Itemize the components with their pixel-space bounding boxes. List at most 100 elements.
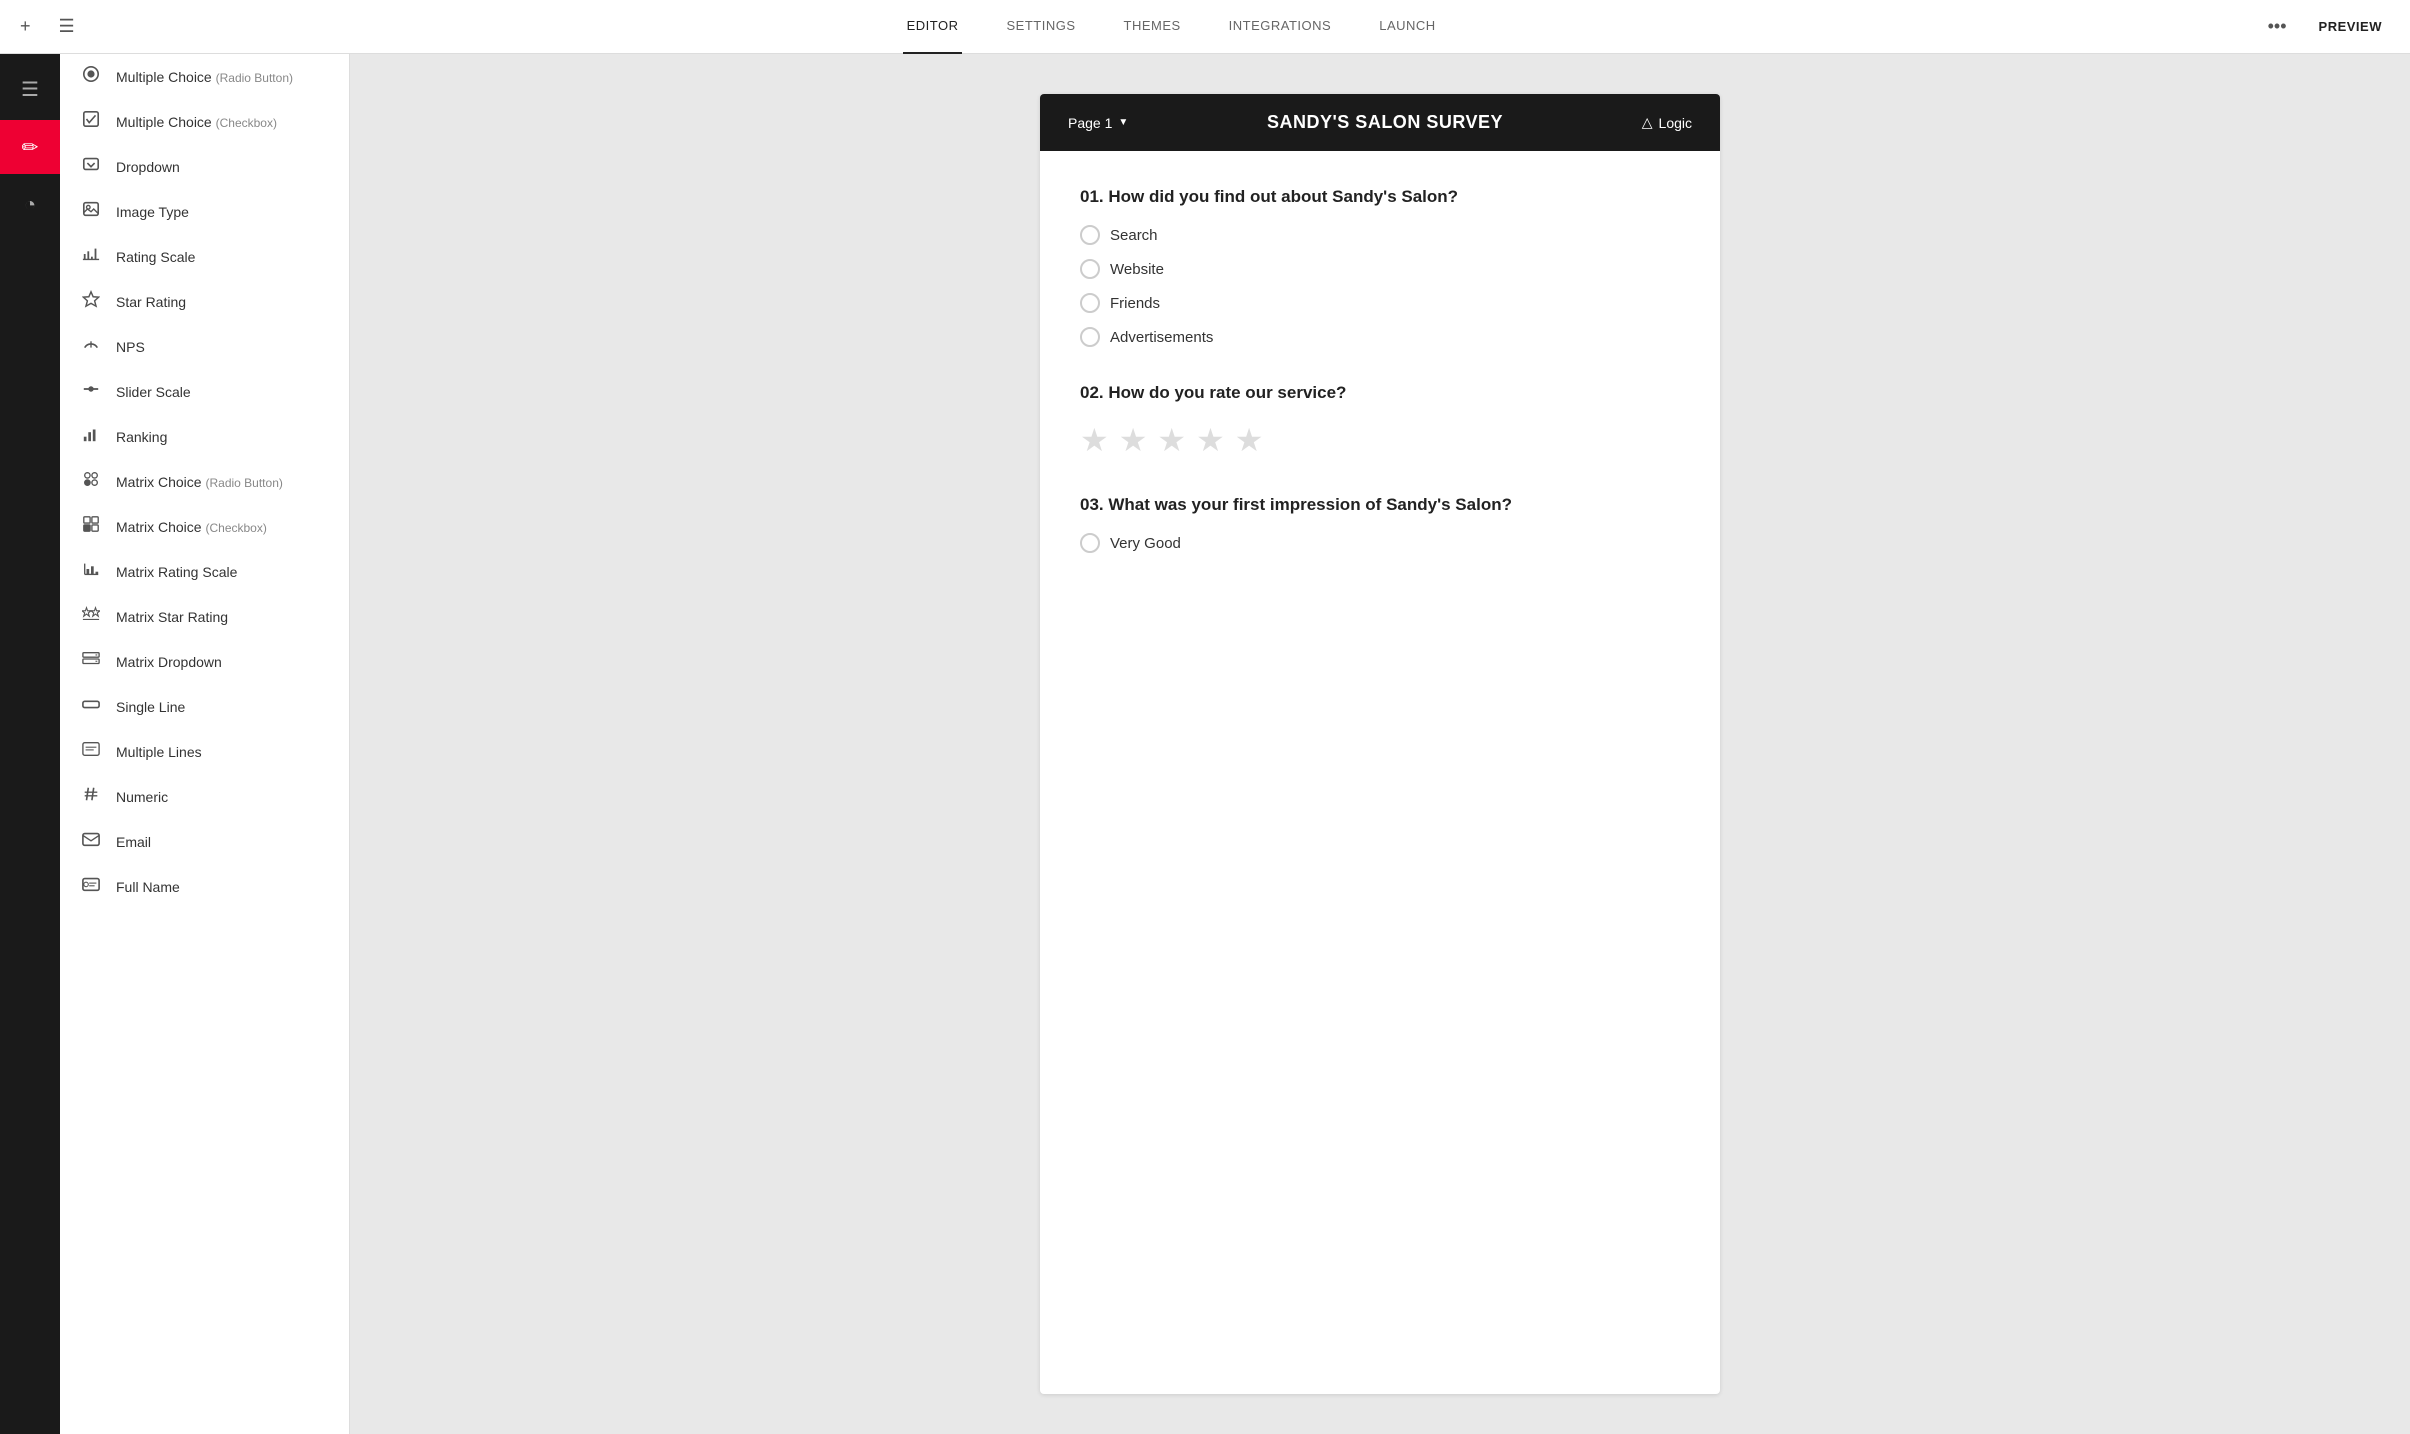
option-row-0-2[interactable]: Friends — [1080, 293, 1680, 313]
sidebar-label: Numeric — [116, 789, 168, 805]
sidebar-item-3[interactable]: Image Type — [60, 189, 349, 234]
sidebar-label: NPS — [116, 339, 145, 355]
survey-title: SANDY'S SALON SURVEY — [1267, 112, 1503, 133]
main-layout: ☰✏◔ Multiple Choice (Radio Button)Multip… — [0, 54, 2410, 1434]
question-text-0: 01. How did you find out about Sandy's S… — [1080, 187, 1680, 207]
nav-tab-launch[interactable]: LAUNCH — [1375, 0, 1439, 54]
sidebar-item-10[interactable]: Matrix Choice (Checkbox) — [60, 504, 349, 549]
option-row-0-3[interactable]: Advertisements — [1080, 327, 1680, 347]
radio-circle — [1080, 293, 1100, 313]
sidebar-item-15[interactable]: Multiple Lines — [60, 729, 349, 774]
sidebar-item-1[interactable]: Multiple Choice (Checkbox) — [60, 99, 349, 144]
sidebar-icon-8 — [80, 425, 102, 448]
star-0[interactable]: ★ — [1080, 421, 1109, 459]
sidebar-item-0[interactable]: Multiple Choice (Radio Button) — [60, 54, 349, 99]
sidebar-icon-2 — [80, 155, 102, 178]
sidebar: Multiple Choice (Radio Button)Multiple C… — [60, 54, 350, 1434]
sidebar-item-9[interactable]: Matrix Choice (Radio Button) — [60, 459, 349, 504]
option-label: Search — [1110, 227, 1158, 244]
sidebar-label: Matrix Dropdown — [116, 654, 222, 670]
sidebar-item-7[interactable]: Slider Scale — [60, 369, 349, 414]
sidebar-item-14[interactable]: Single Line — [60, 684, 349, 729]
sidebar-label: Email — [116, 834, 151, 850]
sidebar-label: Single Line — [116, 699, 185, 715]
add-button[interactable]: + — [16, 12, 35, 41]
option-label: Very Good — [1110, 535, 1181, 552]
sidebar-item-5[interactable]: Star Rating — [60, 279, 349, 324]
sidebar-icon-7 — [80, 380, 102, 403]
sidebar-icon-15 — [80, 740, 102, 763]
sidebar-item-11[interactable]: Matrix Rating Scale — [60, 549, 349, 594]
list-button[interactable]: ☰ — [55, 12, 79, 41]
nav-tab-themes[interactable]: THEMES — [1120, 0, 1185, 54]
star-row-1[interactable]: ★★★★★ — [1080, 421, 1680, 459]
analytics-icon[interactable]: ◔ — [0, 178, 60, 232]
sidebar-icon-17 — [80, 830, 102, 853]
sidebar-icon-4 — [80, 245, 102, 268]
star-1[interactable]: ★ — [1119, 421, 1148, 459]
sidebar-label: Matrix Star Rating — [116, 609, 228, 625]
sidebar-label: Matrix Choice — [116, 519, 202, 535]
preview-button[interactable]: PREVIEW — [2307, 13, 2394, 40]
sidebar-label: Image Type — [116, 204, 189, 220]
editor-icon[interactable]: ☰ — [0, 62, 60, 116]
sidebar-icon-9 — [80, 470, 102, 493]
star-4[interactable]: ★ — [1235, 421, 1264, 459]
option-label: Friends — [1110, 295, 1160, 312]
option-row-0-1[interactable]: Website — [1080, 259, 1680, 279]
nav-tab-editor[interactable]: EDITOR — [903, 0, 963, 54]
sidebar-item-2[interactable]: Dropdown — [60, 144, 349, 189]
sidebar-sublabel: (Radio Button) — [216, 71, 293, 85]
nav-tab-settings[interactable]: SETTINGS — [1002, 0, 1079, 54]
option-row-0-0[interactable]: Search — [1080, 225, 1680, 245]
nav-tab-integrations[interactable]: INTEGRATIONS — [1225, 0, 1336, 54]
nav-left: + ☰ — [16, 12, 79, 41]
question-block-0: 01. How did you find out about Sandy's S… — [1080, 187, 1680, 347]
option-label: Website — [1110, 261, 1164, 278]
sidebar-label: Full Name — [116, 879, 180, 895]
sidebar-icon-16 — [80, 785, 102, 808]
nav-center: EDITOR SETTINGS THEMES INTEGRATIONS LAUNCH — [79, 0, 2264, 54]
icon-bar: ☰✏◔ — [0, 54, 60, 1434]
option-label: Advertisements — [1110, 329, 1213, 346]
more-button[interactable]: ••• — [2264, 12, 2291, 41]
sidebar-item-12[interactable]: Matrix Star Rating — [60, 594, 349, 639]
page-label: Page 1 — [1068, 115, 1112, 131]
sidebar-icon-0 — [80, 65, 102, 88]
sidebar-icon-18 — [80, 875, 102, 898]
radio-circle — [1080, 533, 1100, 553]
sidebar-sublabel: (Checkbox) — [216, 116, 277, 130]
content-area: Page 1 ▼ SANDY'S SALON SURVEY △ Logic 01… — [350, 54, 2410, 1434]
sidebar-label: Matrix Rating Scale — [116, 564, 237, 580]
sidebar-item-13[interactable]: Matrix Dropdown — [60, 639, 349, 684]
page-indicator[interactable]: Page 1 ▼ — [1068, 115, 1128, 131]
sidebar-icon-13 — [80, 650, 102, 673]
logic-button[interactable]: △ Logic — [1642, 114, 1692, 131]
sidebar-icon-1 — [80, 110, 102, 133]
survey-header: Page 1 ▼ SANDY'S SALON SURVEY △ Logic — [1040, 94, 1720, 151]
radio-circle — [1080, 225, 1100, 245]
sidebar-icon-12 — [80, 605, 102, 628]
star-2[interactable]: ★ — [1157, 421, 1186, 459]
radio-circle — [1080, 259, 1100, 279]
sidebar-item-4[interactable]: Rating Scale — [60, 234, 349, 279]
sidebar-item-18[interactable]: Full Name — [60, 864, 349, 909]
sidebar-item-6[interactable]: NPS — [60, 324, 349, 369]
sidebar-item-17[interactable]: Email — [60, 819, 349, 864]
edit-icon[interactable]: ✏ — [0, 120, 60, 174]
top-nav: + ☰ EDITOR SETTINGS THEMES INTEGRATIONS LAUN… — [0, 0, 2410, 54]
sidebar-sublabel: (Checkbox) — [205, 521, 266, 535]
sidebar-item-8[interactable]: Ranking — [60, 414, 349, 459]
logic-icon: △ — [1642, 114, 1653, 131]
star-3[interactable]: ★ — [1196, 421, 1225, 459]
sidebar-icon-6 — [80, 335, 102, 358]
logic-label: Logic — [1659, 115, 1692, 131]
question-text-1: 02. How do you rate our service? — [1080, 383, 1680, 403]
sidebar-icon-11 — [80, 560, 102, 583]
question-block-1: 02. How do you rate our service?★★★★★ — [1080, 383, 1680, 459]
sidebar-item-16[interactable]: Numeric — [60, 774, 349, 819]
sidebar-icon-10 — [80, 515, 102, 538]
question-block-2: 03. What was your first impression of Sa… — [1080, 495, 1680, 553]
option-row-2-0[interactable]: Very Good — [1080, 533, 1680, 553]
sidebar-label: Dropdown — [116, 159, 180, 175]
